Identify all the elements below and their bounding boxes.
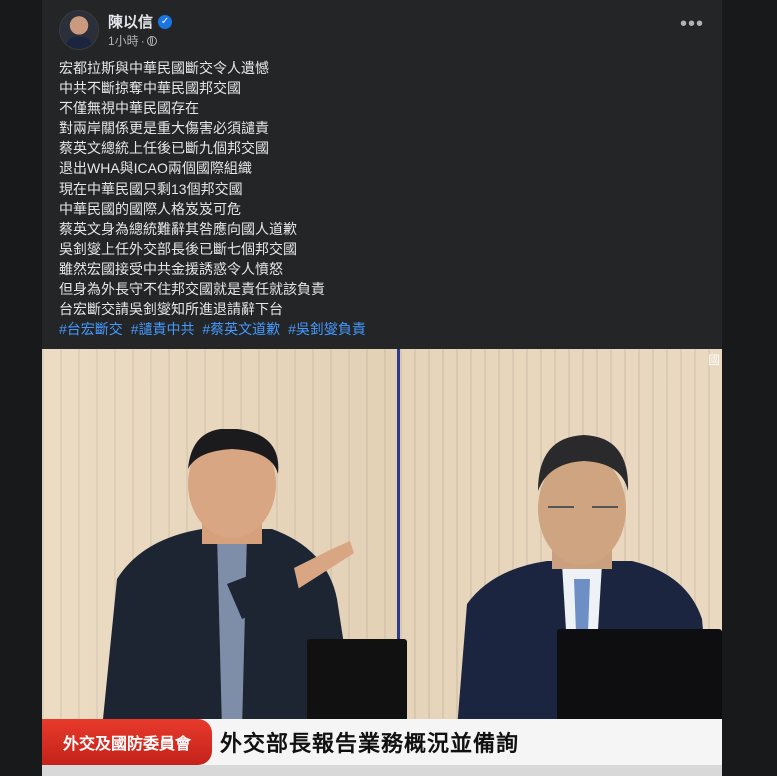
post-line: 現在中華民國只剩13個邦交國 [59, 180, 243, 197]
meta-separator: · [140, 33, 145, 48]
post-line: 吳釗燮上任外交部長後已斷七個邦交國 [59, 240, 297, 257]
hashtag-link[interactable]: #台宏斷交 [59, 321, 123, 337]
post-line: 但身為外長守不住邦交國就是責任就該負責 [59, 281, 325, 298]
monitor-left [307, 639, 407, 724]
hashtag-link[interactable]: #譴責中共 [131, 321, 195, 337]
post-card: 陳以信 ✓ 1小時 · ••• 宏都拉斯與中華民國斷交令人遺憾 中共不斷掠奪中華… [42, 0, 722, 776]
verified-badge-icon: ✓ [158, 14, 173, 29]
post-line: 台宏斷交請吳釗燮知所進退請辭下台 [59, 301, 283, 318]
caption-text: 外交部長報告業務概況並備詢 [220, 731, 520, 756]
post-line: 宏都拉斯與中華民國斷交令人遺憾 [59, 60, 269, 76]
more-options-button[interactable]: ••• [680, 14, 704, 34]
monitor-right [557, 629, 722, 729]
post-line: 中華民國的國際人格岌岌可危 [59, 200, 241, 217]
post-photo[interactable]: 國 外交及國防委員會 外交部長報告業務概況並備詢 [42, 349, 722, 776]
hashtag-link[interactable]: #吳釗燮負責 [288, 321, 366, 337]
post-line: 中共不斷掠奪中華民國邦交國 [59, 80, 241, 97]
post-text: 宏都拉斯與中華民國斷交令人遺憾 中共不斷掠奪中華民國邦交國 不僅無視中華民國存在… [59, 58, 699, 339]
hashtag-row: #台宏斷交 #譴責中共 #蔡英文道歉 #吳釗燮負責 [59, 319, 699, 339]
channel-logo: 國 [707, 353, 720, 367]
author-name[interactable]: 陳以信 [108, 11, 153, 32]
post-line: 蔡英文身為總統難辭其咎應向國人道歉 [59, 220, 297, 237]
post-line: 退出WHA與ICAO兩個國際組織 [59, 160, 252, 177]
globe-icon [146, 35, 157, 46]
post-line: 對兩岸關係更是重大傷害必須譴責 [59, 120, 269, 137]
author-name-row: 陳以信 ✓ [108, 11, 173, 32]
post-line: 雖然宏國接受中共金援誘惑令人憤怒 [59, 260, 283, 277]
author-avatar[interactable] [59, 10, 99, 50]
bottom-strip [42, 765, 722, 776]
post-line: 不僅無視中華民國存在 [59, 100, 199, 117]
hashtag-link[interactable]: #蔡英文道歉 [202, 321, 280, 337]
caption-tag: 外交及國防委員會 [42, 719, 212, 765]
post-meta: 1小時 · [108, 32, 157, 49]
post-line: 蔡英文總統上任後已斷九個邦交國 [59, 140, 269, 157]
post-time[interactable]: 1小時 [108, 32, 139, 49]
